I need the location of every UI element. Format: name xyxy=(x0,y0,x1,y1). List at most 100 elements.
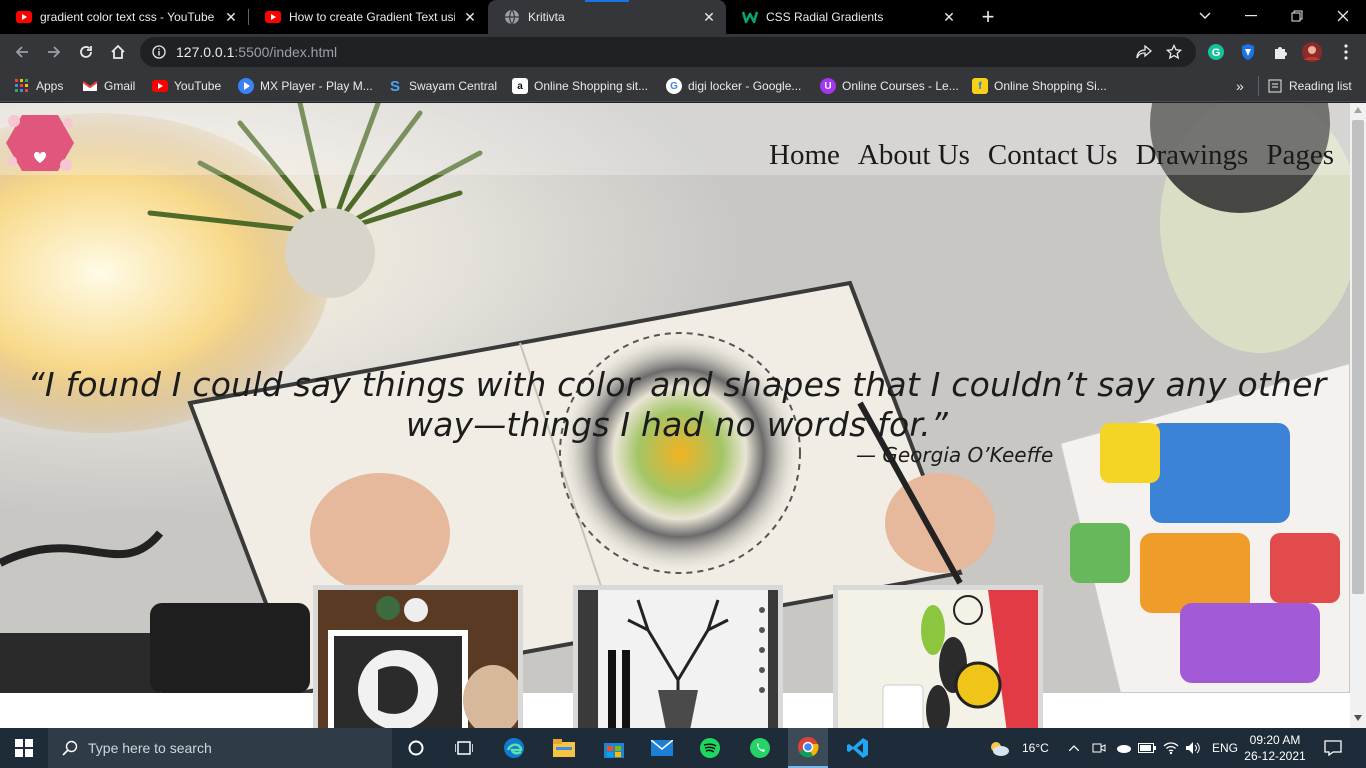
reading-list-button[interactable]: Reading list xyxy=(1258,76,1352,96)
cortana-icon[interactable] xyxy=(396,732,436,764)
youtube-icon xyxy=(152,78,168,94)
bookmark-flipkart[interactable]: f Online Shopping Si... xyxy=(972,76,1107,96)
minimize-icon[interactable] xyxy=(1228,0,1274,32)
bookmark-udemy[interactable]: U Online Courses - Le... xyxy=(820,76,959,96)
tab-css-radial[interactable]: CSS Radial Gradients ✕ xyxy=(726,0,966,34)
grammarly-icon[interactable]: G xyxy=(1202,38,1230,66)
globe-icon xyxy=(504,9,520,25)
extensions-puzzle-icon[interactable] xyxy=(1266,38,1294,66)
restore-icon[interactable] xyxy=(1274,0,1320,32)
artwork-card-deer[interactable] xyxy=(573,585,783,728)
system-clock[interactable]: 09:20 AM 26-12-2021 xyxy=(1244,728,1306,768)
weather-icon[interactable] xyxy=(984,732,1014,764)
forward-icon[interactable] xyxy=(40,38,68,66)
udemy-icon: U xyxy=(820,78,836,94)
bookmark-star-icon[interactable] xyxy=(1166,44,1182,60)
address-bar[interactable]: 127.0.0.1:5500/index.html xyxy=(140,37,1196,67)
battery-icon[interactable] xyxy=(1136,732,1158,764)
bookmark-apps[interactable]: Apps xyxy=(14,76,63,96)
new-tab-button[interactable]: + xyxy=(976,5,1000,29)
site-info-icon[interactable] xyxy=(152,45,166,59)
nav-about-us[interactable]: About Us xyxy=(858,139,970,172)
nav-contact-us[interactable]: Contact Us xyxy=(988,139,1118,172)
artwork-hanuman-image xyxy=(318,590,518,728)
bookmark-label: Gmail xyxy=(104,79,136,93)
mail-icon[interactable] xyxy=(642,732,682,764)
bookmark-label: YouTube xyxy=(174,79,222,93)
site-logo[interactable] xyxy=(4,111,76,175)
tab-kritivta[interactable]: Kritivta ✕ xyxy=(488,0,726,34)
home-icon[interactable] xyxy=(104,38,132,66)
tab-title: Kritivta xyxy=(528,10,565,24)
url-path: :5500/index.html xyxy=(234,44,338,60)
tab-title: How to create Gradient Text using xyxy=(289,10,455,24)
bookmark-youtube[interactable]: YouTube xyxy=(152,76,221,96)
bookmark-mx-player[interactable]: MX Player - Play M... xyxy=(238,76,373,96)
bookmark-amazon[interactable]: a Online Shopping sit... xyxy=(512,76,648,96)
bookmark-label: MX Player - Play M... xyxy=(260,79,373,93)
file-explorer-icon[interactable] xyxy=(544,732,584,764)
task-view-icon[interactable] xyxy=(444,732,484,764)
chrome-taskbar-icon[interactable] xyxy=(788,728,828,768)
youtube-icon xyxy=(16,9,32,25)
volume-icon[interactable] xyxy=(1182,732,1204,764)
clock-date: 26-12-2021 xyxy=(1244,749,1306,763)
close-icon[interactable]: ✕ xyxy=(222,8,240,26)
search-placeholder: Type here to search xyxy=(88,740,212,756)
windows-start-icon[interactable] xyxy=(4,732,44,764)
bookmark-swayam[interactable]: S Swayam Central xyxy=(387,76,497,96)
bookmark-gmail[interactable]: Gmail xyxy=(82,76,135,96)
more-bookmarks-button[interactable]: » xyxy=(1236,76,1244,96)
artwork-card-mandala-leaf[interactable] xyxy=(833,585,1043,728)
whatsapp-icon[interactable] xyxy=(740,732,780,764)
input-language[interactable]: ENG xyxy=(1212,728,1238,768)
tab-youtube-gradient[interactable]: gradient color text css - YouTube ✕ xyxy=(0,0,248,34)
close-icon[interactable]: ✕ xyxy=(940,8,958,26)
reading-list-label: Reading list xyxy=(1289,79,1352,93)
chrome-menu-icon[interactable] xyxy=(1332,38,1360,66)
svg-text:G: G xyxy=(1212,47,1221,59)
tab-gradient-text[interactable]: How to create Gradient Text using ✕ xyxy=(249,0,487,34)
close-icon[interactable]: ✕ xyxy=(461,8,479,26)
bookmark-label: Apps xyxy=(36,79,64,93)
page-viewport: Home About Us Contact Us Drawings Pages … xyxy=(0,103,1350,728)
close-icon[interactable]: ✕ xyxy=(700,8,718,26)
google-icon: G xyxy=(666,78,682,94)
weather-temperature[interactable]: 16°C xyxy=(1022,728,1049,768)
bookmark-label: Online Courses - Le... xyxy=(842,79,959,93)
scroll-down-arrow-icon[interactable] xyxy=(1354,715,1362,721)
nav-home[interactable]: Home xyxy=(769,139,840,172)
microsoft-store-icon[interactable] xyxy=(594,732,634,764)
url-host: 127.0.0.1 xyxy=(176,44,235,60)
hero-quote: “I found I could say things with color a… xyxy=(27,365,1327,444)
tab-search-chevron-icon[interactable] xyxy=(1182,0,1228,32)
wifi-icon[interactable] xyxy=(1160,732,1182,764)
bookmark-label: Online Shopping sit... xyxy=(534,79,649,93)
shield-extension-icon[interactable] xyxy=(1234,38,1262,66)
back-icon[interactable] xyxy=(8,38,36,66)
amazon-icon: a xyxy=(512,78,528,94)
meet-now-icon[interactable] xyxy=(1088,732,1110,764)
nav-drawings[interactable]: Drawings xyxy=(1136,139,1249,172)
artwork-card-hanuman[interactable] xyxy=(313,585,523,728)
w3schools-icon xyxy=(742,9,758,25)
edge-icon[interactable] xyxy=(494,732,534,764)
artwork-mandala-leaf-image xyxy=(838,590,1038,728)
tab-title: gradient color text css - YouTube xyxy=(40,10,215,24)
share-icon[interactable] xyxy=(1136,45,1152,59)
bookmark-digilocker[interactable]: G digi locker - Google... xyxy=(666,76,801,96)
reload-icon[interactable] xyxy=(72,38,100,66)
notifications-icon[interactable] xyxy=(1316,732,1350,764)
scroll-up-arrow-icon[interactable] xyxy=(1354,107,1362,113)
flipkart-icon: f xyxy=(972,78,988,94)
vscode-icon[interactable] xyxy=(838,732,878,764)
window-close-icon[interactable] xyxy=(1320,0,1366,32)
hidden-icons-chevron-icon[interactable] xyxy=(1062,732,1086,764)
bookmark-label: Online Shopping Si... xyxy=(994,79,1107,93)
spotify-icon[interactable] xyxy=(690,732,730,764)
profile-avatar-icon[interactable] xyxy=(1298,38,1326,66)
onedrive-icon[interactable] xyxy=(1112,732,1134,764)
nav-pages[interactable]: Pages xyxy=(1266,139,1334,172)
taskbar-search-box[interactable]: Type here to search xyxy=(48,728,392,768)
scrollbar-thumb[interactable] xyxy=(1352,120,1364,594)
